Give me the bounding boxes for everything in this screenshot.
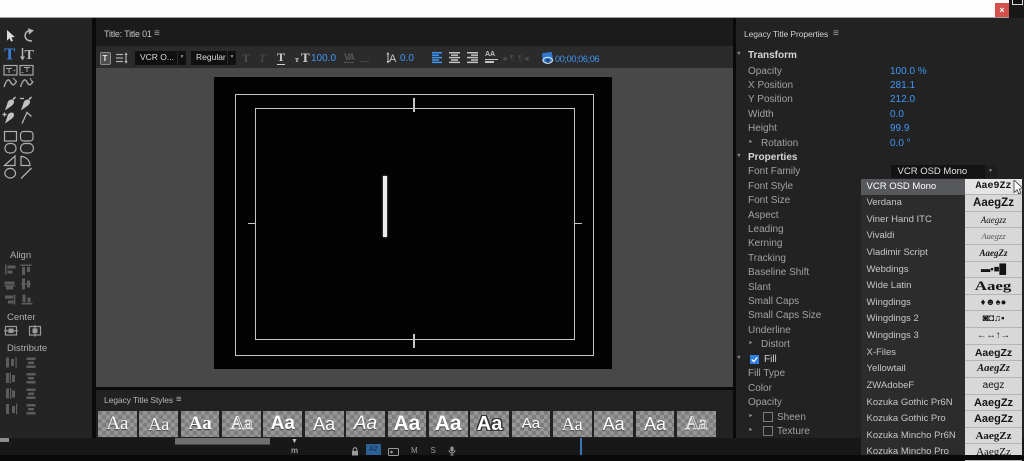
svg-text:A: A bbox=[389, 53, 397, 65]
svg-text:T: T bbox=[4, 45, 16, 64]
svg-text:T: T bbox=[25, 48, 35, 63]
